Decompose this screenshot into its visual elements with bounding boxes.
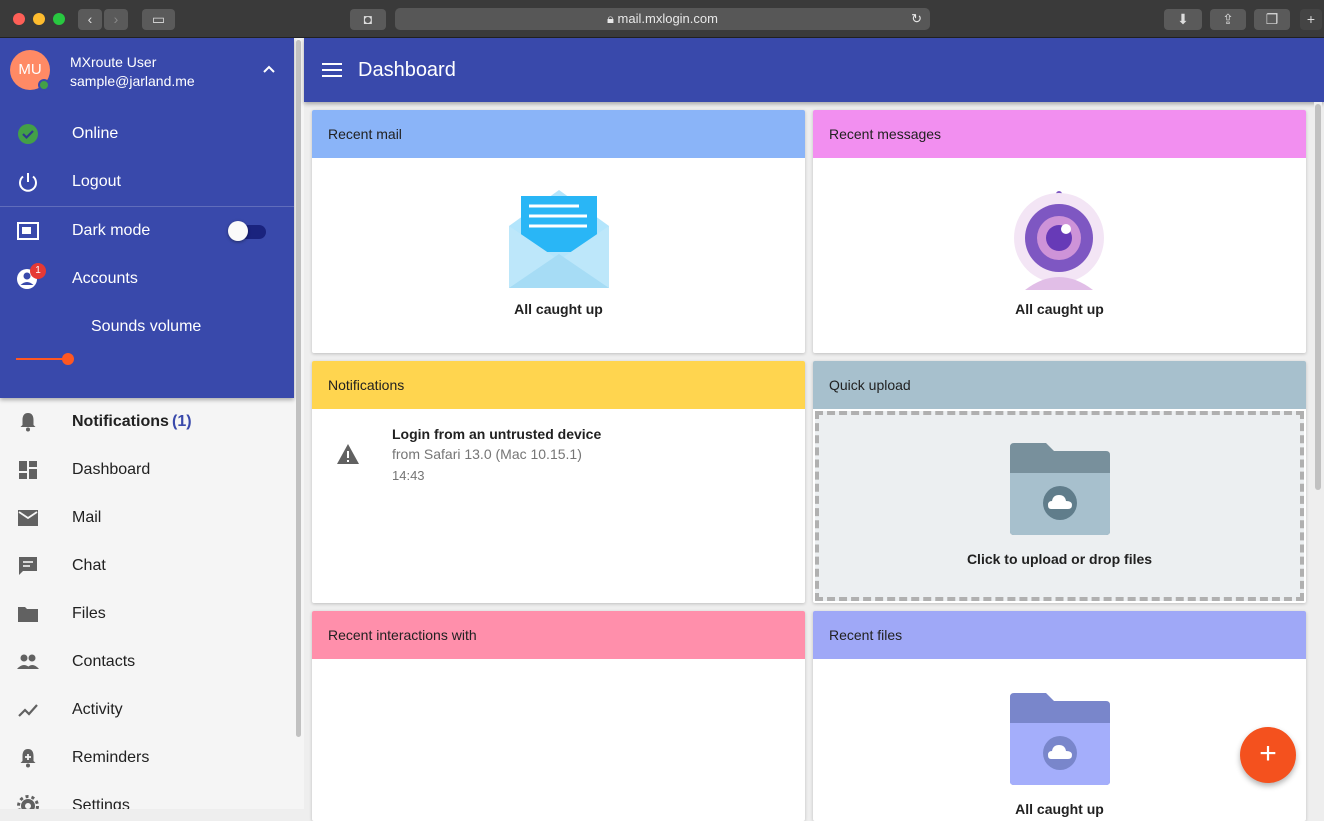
menu-item-label: Dark mode [72,222,151,239]
menu-item-accounts[interactable]: 1 Accounts [0,255,294,303]
menu-icon[interactable] [322,62,342,78]
quick-upload-card: Quick upload Click to upload or drop fil… [813,361,1306,603]
mail-icon [18,510,38,526]
dark-mode-icon [17,222,39,240]
sounds-volume-thumb[interactable] [62,353,74,365]
recent-files-card: Recent files All caught up [813,611,1306,821]
mail-status: All caught up [514,301,603,317]
files-status: All caught up [1015,801,1104,817]
new-tab-icon[interactable]: + [1300,9,1322,30]
sidebar-item-label: Settings [72,797,130,809]
menu-item-label: Accounts [72,270,138,287]
sidebar-toggle-icon[interactable]: ▭ [142,9,175,30]
sidebar-item-label: Reminders [72,749,150,766]
recent-messages-card: Recent messages All caught up [813,110,1306,353]
reminder-icon [20,749,36,768]
sidebar-item-notifications[interactable]: Notifications (1) [0,398,294,446]
browser-toolbar: ‹ › ▭ ◘ 🔒︎ mail.mxlogin.com ↻ ⬇ ⇪ ❐ + [0,0,1324,38]
lock-icon: 🔒︎ [607,11,618,26]
sounds-volume-track[interactable] [16,358,68,360]
sidebar-item-mail[interactable]: Mail [0,494,294,542]
card-title: Recent mail [312,110,805,158]
sidebar-item-label: Chat [72,557,106,574]
notifications-count: (1) [172,413,192,430]
sidebar-item-label: Dashboard [72,461,151,478]
presence-indicator [38,79,50,91]
upload-prompt: Click to upload or drop files [966,551,1153,567]
open-envelope-icon [509,190,609,288]
menu-item-label: Online [72,125,119,142]
upload-dropzone[interactable]: Click to upload or drop files [815,411,1304,601]
sidebar-item-label: Activity [72,701,123,718]
privacy-shield-icon[interactable]: ◘ [350,9,386,30]
add-button[interactable]: + [1240,727,1296,783]
messages-status: All caught up [1015,301,1104,317]
sidebar-item-settings[interactable]: Settings [0,782,294,809]
notification-detail: from Safari 13.0 (Mac 10.15.1) [392,446,582,462]
sidebar-item-files[interactable]: Files [0,590,294,638]
folder-icon [18,607,38,622]
sounds-volume-label: Sounds volume [91,318,202,335]
dashboard-icon [19,461,37,479]
app-bar: Dashboard [304,38,1324,102]
notification-item[interactable]: Login from an untrusted device from Safa… [312,409,805,495]
power-icon [19,173,37,192]
card-title: Recent messages [813,110,1306,158]
activity-icon [18,704,38,717]
url-text: mail.mxlogin.com [617,11,718,26]
menu-item-logout[interactable]: Logout [0,158,294,206]
page-title: Dashboard [358,59,456,81]
sidebar-item-activity[interactable]: Activity [0,686,294,734]
reload-icon[interactable]: ↻ [911,8,922,30]
contacts-icon [17,654,39,669]
download-icon[interactable]: ⬇ [1164,9,1202,30]
recent-mail-card: Recent mail All caught up [312,110,805,353]
cloud-folder-icon [1010,693,1110,785]
chevron-up-icon[interactable] [262,62,276,76]
online-status-icon [18,124,38,144]
minimize-window-button[interactable] [33,13,45,25]
warning-icon [337,444,359,464]
menu-item-label: Logout [72,173,121,190]
notifications-card: Notifications Login from an untrusted de… [312,361,805,603]
card-title: Recent files [813,611,1306,659]
sidebar-scrollbar[interactable] [296,40,301,737]
accounts-badge: 1 [30,263,46,279]
url-bar[interactable]: 🔒︎ mail.mxlogin.com ↻ [395,8,930,30]
card-title: Notifications [312,361,805,409]
card-title: Quick upload [813,361,1306,409]
sidebar-item-contacts[interactable]: Contacts [0,638,294,686]
recent-interactions-card: Recent interactions with [312,611,805,821]
sidebar: MU MXroute User sample@jarland.me Online… [0,38,304,809]
gear-icon [17,795,39,809]
tabs-overview-icon[interactable]: ❐ [1254,9,1290,30]
user-name: MXroute User [70,54,157,70]
bell-icon [20,413,36,432]
sidebar-item-chat[interactable]: Chat [0,542,294,590]
main-scrollbar[interactable] [1315,104,1321,490]
back-icon[interactable]: ‹ [78,9,102,30]
menu-item-online[interactable]: Online [0,110,294,158]
share-icon[interactable]: ⇪ [1210,9,1246,30]
user-email: sample@jarland.me [70,73,195,89]
sidebar-item-label: Contacts [72,653,136,670]
webcam-icon [1014,191,1104,290]
sidebar-item-label: Mail [72,509,102,526]
sidebar-item-label: Files [72,605,106,622]
sidebar-item-label: Notifications [72,413,169,430]
dark-mode-toggle-knob[interactable] [228,221,248,241]
cloud-folder-icon [1010,443,1110,535]
card-title: Recent interactions with [312,611,805,659]
account-panel: MU MXroute User sample@jarland.me Online… [0,38,294,398]
sidebar-item-dashboard[interactable]: Dashboard [0,446,294,494]
chat-icon [19,557,37,575]
menu-item-dark-mode[interactable]: Dark mode [0,207,294,255]
notification-title: Login from an untrusted device [392,426,602,442]
zoom-window-button[interactable] [53,13,65,25]
forward-icon[interactable]: › [104,9,128,30]
close-window-button[interactable] [13,13,25,25]
sidebar-item-reminders[interactable]: Reminders [0,734,294,782]
notification-time: 14:43 [392,468,425,483]
